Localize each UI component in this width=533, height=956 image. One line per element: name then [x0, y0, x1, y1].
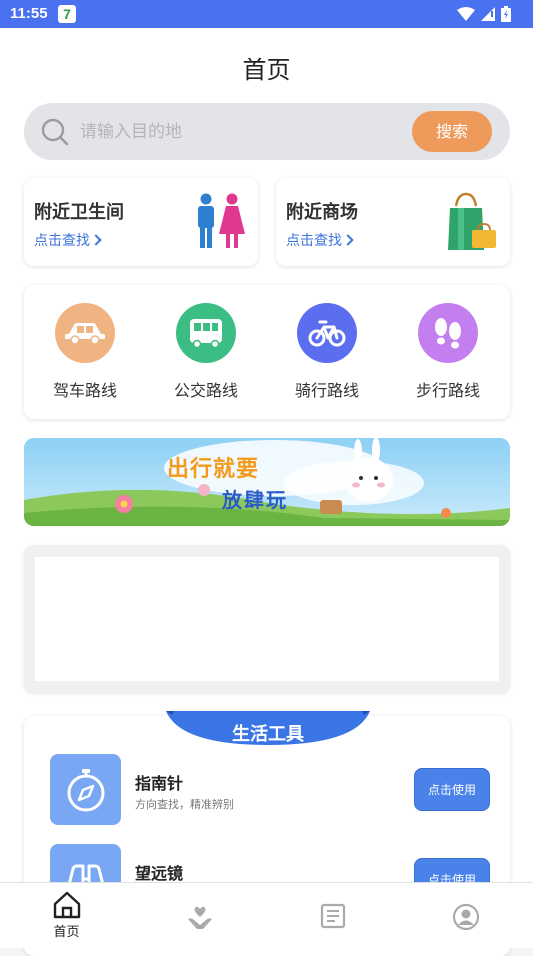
bike-icon — [308, 320, 346, 347]
tab-home[interactable]: 首页 — [0, 891, 133, 945]
nearby-mall-title: 附近商场 — [286, 202, 358, 223]
route-cycling-label: 骑行路线 — [294, 381, 359, 400]
app-header: 首页 — [0, 28, 533, 98]
route-driving[interactable]: 驾车路线 — [35, 303, 135, 403]
nearby-toilet-title: 附近卫生间 — [34, 202, 124, 223]
ad-container — [24, 545, 510, 693]
promo-banner[interactable]: 出行就要 放肆玩 — [24, 438, 510, 526]
route-bus-label: 公交路线 — [173, 381, 238, 400]
tool-compass: 指南针 方向查找，精准辨别 点击使用 — [50, 754, 490, 826]
search-bar: 搜索 — [24, 103, 510, 160]
route-cycling[interactable]: 骑行路线 — [277, 303, 377, 403]
compass-icon — [67, 768, 104, 811]
route-driving-label: 驾车路线 — [52, 381, 117, 400]
tab-home-label: 首页 — [53, 925, 80, 940]
tool-compass-icon-bg — [50, 754, 121, 825]
shopping-bag-icon — [448, 192, 496, 250]
heart-hand-icon — [187, 906, 212, 929]
route-walking[interactable]: 步行路线 — [398, 303, 498, 403]
page-title: 首页 — [242, 56, 291, 84]
route-walking-label: 步行路线 — [415, 381, 480, 400]
tools-title: 生活工具 — [232, 724, 304, 745]
route-driving-icon-bg — [55, 303, 115, 363]
search-icon — [41, 118, 69, 146]
nearby-toilet-card[interactable]: 附近卫生间 点击查找 — [24, 178, 258, 266]
search-input[interactable] — [80, 119, 400, 145]
tool-compass-name: 指南针 — [135, 774, 184, 793]
route-walking-icon-bg — [418, 303, 478, 363]
footprints-icon — [435, 318, 461, 349]
route-bus-icon-bg — [176, 303, 236, 363]
bus-icon — [190, 319, 222, 349]
bottom-tab-bar: 首页 — [0, 882, 533, 948]
ad-placeholder — [35, 557, 499, 681]
notification-app-icon: 7 — [58, 5, 76, 23]
banner-subline: 放肆玩 — [222, 488, 288, 512]
route-bus[interactable]: 公交路线 — [156, 303, 256, 403]
search-button[interactable]: 搜索 — [412, 111, 492, 152]
battery-icon — [501, 6, 511, 22]
compass-use-button[interactable]: 点击使用 — [414, 768, 490, 811]
nearby-toilet-link-label: 点击查找 — [34, 233, 90, 249]
wifi-icon — [457, 7, 475, 21]
home-icon — [53, 891, 80, 919]
route-cycling-icon-bg — [297, 303, 357, 363]
nearby-mall-link[interactable]: 点击查找 — [286, 230, 354, 250]
nearby-mall-card[interactable]: 附近商场 点击查找 — [276, 178, 510, 266]
status-bar: 11:55 7 — [0, 0, 533, 28]
tab-profile[interactable] — [399, 891, 532, 945]
signal-icon — [481, 7, 495, 21]
status-time: 11:55 — [10, 5, 48, 22]
banner-headline: 出行就要 — [167, 457, 260, 482]
status-icons — [457, 6, 511, 22]
user-icon — [452, 903, 479, 931]
tab-care[interactable] — [133, 891, 266, 945]
news-icon — [320, 903, 345, 929]
nearby-toilet-link[interactable]: 点击查找 — [34, 230, 102, 250]
routes-card: 驾车路线 公交路线 骑行路线 步行路线 — [24, 285, 510, 419]
car-icon — [65, 323, 105, 344]
tab-news[interactable] — [266, 891, 399, 945]
chevron-right-icon — [342, 234, 354, 246]
tool-binoculars-name: 望远镜 — [135, 864, 184, 883]
restroom-icon — [198, 193, 245, 248]
chevron-right-icon — [90, 234, 102, 246]
nearby-mall-link-label: 点击查找 — [286, 233, 342, 249]
tool-compass-desc: 方向查找，精准辨别 — [135, 798, 234, 811]
